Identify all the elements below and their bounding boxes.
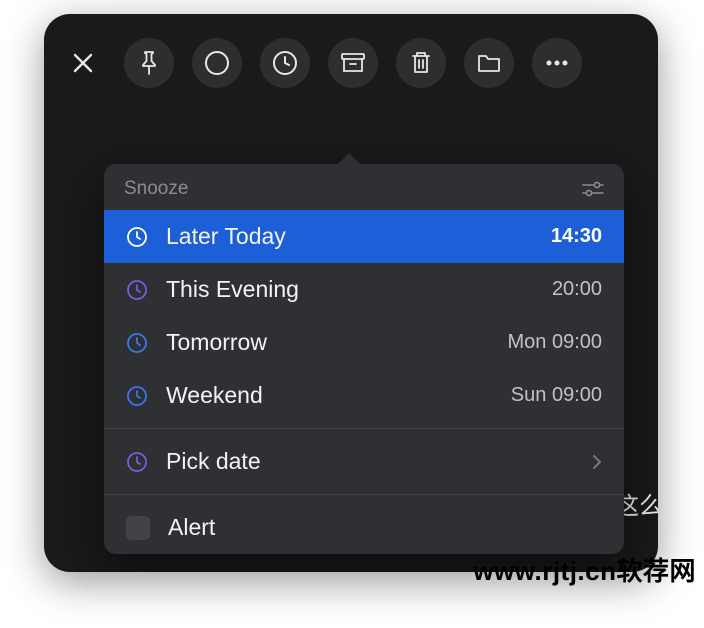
watermark-text: www.rjtj.cn软荐网	[473, 551, 696, 588]
archive-icon	[340, 51, 366, 75]
more-button[interactable]	[532, 38, 582, 88]
divider	[104, 428, 624, 429]
pick-date-option[interactable]: Pick date	[104, 435, 624, 488]
pin-icon	[137, 50, 161, 76]
option-label: Pick date	[166, 448, 592, 475]
clock-icon	[126, 279, 148, 301]
settings-icon[interactable]	[582, 180, 604, 198]
alert-checkbox[interactable]	[126, 516, 150, 540]
clock-icon	[271, 49, 299, 77]
clock-icon	[126, 451, 148, 473]
trash-icon	[409, 50, 433, 76]
clock-icon	[126, 332, 148, 354]
alert-option[interactable]: Alert	[104, 501, 624, 554]
snooze-option-later-today[interactable]: Later Today 14:30	[104, 210, 624, 263]
option-label: Weekend	[166, 382, 511, 409]
pin-button[interactable]	[124, 38, 174, 88]
archive-button[interactable]	[328, 38, 378, 88]
option-label: This Evening	[166, 276, 552, 303]
snooze-button[interactable]	[260, 38, 310, 88]
circle-icon	[203, 49, 231, 77]
option-time: 14:30	[551, 225, 602, 248]
snooze-popover: Snooze Later Today 14:30 This Evening 20	[104, 164, 624, 554]
option-label: Tomorrow	[166, 329, 507, 356]
close-button[interactable]	[70, 50, 96, 76]
option-time: Sun 09:00	[511, 384, 602, 407]
clock-icon	[126, 385, 148, 407]
close-icon	[72, 52, 94, 74]
mark-button[interactable]	[192, 38, 242, 88]
option-time: Mon 09:00	[507, 331, 602, 354]
option-label: Alert	[168, 514, 602, 541]
option-label: Later Today	[166, 223, 551, 250]
chevron-right-icon	[592, 454, 602, 470]
folder-button[interactable]	[464, 38, 514, 88]
toolbar	[44, 14, 658, 106]
snooze-option-this-evening[interactable]: This Evening 20:00	[104, 263, 624, 316]
folder-icon	[476, 52, 502, 74]
delete-button[interactable]	[396, 38, 446, 88]
divider	[104, 494, 624, 495]
popover-header: Snooze	[104, 164, 624, 210]
option-time: 20:00	[552, 278, 602, 301]
clock-icon	[126, 226, 148, 248]
popover-title: Snooze	[124, 178, 188, 200]
more-icon	[545, 59, 569, 67]
snooze-option-tomorrow[interactable]: Tomorrow Mon 09:00	[104, 316, 624, 369]
app-window: 我就这么 Snooze Later Today 14:30 T	[44, 14, 658, 572]
snooze-option-weekend[interactable]: Weekend Sun 09:00	[104, 369, 624, 422]
